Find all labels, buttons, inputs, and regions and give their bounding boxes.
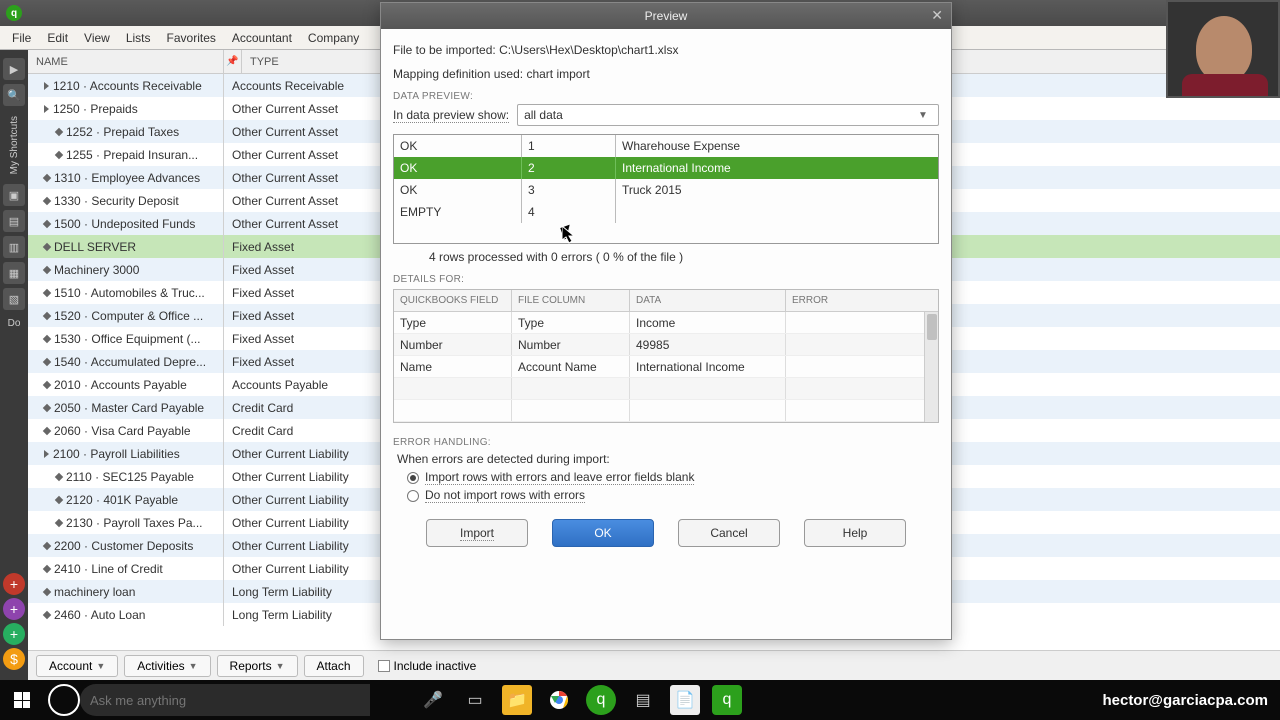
explorer-icon[interactable]: 📁 — [502, 685, 532, 715]
windows-logo-icon — [14, 692, 30, 708]
error-handling-label: ERROR HANDLING: — [393, 437, 939, 448]
preview-desc: International Income — [616, 157, 938, 179]
details-data: International Income — [630, 356, 786, 377]
details-data: Income — [630, 312, 786, 333]
cortana-icon[interactable] — [48, 684, 80, 716]
help-button[interactable]: Help — [804, 519, 906, 547]
mic-icon[interactable]: 🎤 — [418, 685, 448, 715]
preview-dialog: Preview ✕ File to be imported: C:\Users\… — [380, 2, 952, 640]
chrome-icon[interactable] — [544, 685, 574, 715]
details-error — [786, 378, 938, 399]
file-path: C:\Users\Hex\Desktop\chart1.xlsx — [499, 43, 678, 57]
details-error — [786, 312, 938, 333]
start-button[interactable] — [0, 680, 44, 720]
preview-desc: Wharehouse Expense — [616, 135, 938, 157]
chevron-down-icon: ▼ — [914, 110, 932, 121]
summary-row: 4 rows processed with 0 errors ( 0 % of … — [429, 250, 939, 264]
error-prompt: When errors are detected during import: — [397, 452, 939, 466]
dropdown-value: all data — [524, 108, 563, 122]
mapping-row: Mapping definition used: chart import — [393, 67, 939, 81]
details-data — [630, 378, 786, 399]
taskview-icon[interactable]: ▭ — [460, 685, 490, 715]
dialog-titlebar: Preview ✕ — [381, 3, 951, 29]
file-to-import-row: File to be imported: C:\Users\Hex\Deskto… — [393, 43, 939, 57]
details-data: 49985 — [630, 334, 786, 355]
details-row[interactable]: NumberNumber49985 — [394, 334, 938, 356]
details-scrollbar[interactable] — [924, 312, 938, 422]
preview-status: OK — [394, 157, 522, 179]
preview-table: OK1Wharehouse ExpenseOK2International In… — [393, 134, 939, 244]
details-qbfield — [394, 378, 512, 399]
preview-rownum: 2 — [522, 157, 616, 179]
tray-text: hector@garciacpa.com — [1102, 692, 1280, 709]
preview-row[interactable]: EMPTY4 — [394, 201, 938, 223]
webcam-overlay — [1166, 0, 1280, 98]
preview-desc: Truck 2015 — [616, 179, 938, 201]
close-icon[interactable]: ✕ — [931, 7, 943, 24]
details-col-error: ERROR — [786, 290, 938, 311]
details-row[interactable] — [394, 400, 938, 422]
preview-row[interactable]: OK1Wharehouse Expense — [394, 135, 938, 157]
details-row[interactable]: NameAccount NameInternational Income — [394, 356, 938, 378]
details-row[interactable]: TypeTypeIncome — [394, 312, 938, 334]
preview-rownum: 1 — [522, 135, 616, 157]
preview-desc — [616, 201, 938, 223]
details-table: QUICKBOOKS FIELD FILE COLUMN DATA ERROR … — [393, 289, 939, 423]
data-preview-dropdown[interactable]: all data ▼ — [517, 104, 939, 126]
cancel-button[interactable]: Cancel — [678, 519, 780, 547]
notepad-icon[interactable]: 📄 — [670, 685, 700, 715]
preview-row[interactable]: OK2International Income — [394, 157, 938, 179]
details-qbfield: Number — [394, 334, 512, 355]
details-error — [786, 334, 938, 355]
ok-button[interactable]: OK — [552, 519, 654, 547]
data-preview-label: DATA PREVIEW: — [393, 91, 939, 102]
preview-rownum: 4 — [522, 201, 616, 223]
details-qbfield — [394, 400, 512, 421]
details-filecol: Type — [512, 312, 630, 333]
radio-icon — [407, 490, 419, 502]
details-col-data: DATA — [630, 290, 786, 311]
quickbooks-icon[interactable]: q — [586, 685, 616, 715]
details-filecol: Number — [512, 334, 630, 355]
preview-rownum: 3 — [522, 179, 616, 201]
preview-status: OK — [394, 135, 522, 157]
details-filecol — [512, 400, 630, 421]
radio-icon — [407, 472, 419, 484]
details-qbfield: Type — [394, 312, 512, 333]
radio-import-with-errors[interactable]: Import rows with errors and leave error … — [407, 470, 939, 485]
taskbar-search-input[interactable] — [80, 684, 370, 716]
details-for-label: DETAILS FOR: — [393, 274, 939, 285]
app-icon-1[interactable]: ▤ — [628, 685, 658, 715]
details-row[interactable] — [394, 378, 938, 400]
windows-taskbar: 🎤 ▭ 📁 q ▤ 📄 q hector@garciacpa.com — [0, 680, 1280, 720]
details-col-qbfield: QUICKBOOKS FIELD — [394, 290, 512, 311]
dialog-title: Preview — [645, 9, 688, 23]
preview-row[interactable]: OK3Truck 2015 — [394, 179, 938, 201]
modal-overlay: Preview ✕ File to be imported: C:\Users\… — [0, 0, 1280, 720]
details-data — [630, 400, 786, 421]
details-error — [786, 356, 938, 377]
quickbooks-active-icon[interactable]: q — [712, 685, 742, 715]
details-error — [786, 400, 938, 421]
radio-skip-errors[interactable]: Do not import rows with errors — [407, 488, 939, 503]
details-col-filecol: FILE COLUMN — [512, 290, 630, 311]
show-label: In data preview show: — [393, 108, 509, 123]
details-filecol — [512, 378, 630, 399]
details-qbfield: Name — [394, 356, 512, 377]
details-filecol: Account Name — [512, 356, 630, 377]
preview-status: EMPTY — [394, 201, 522, 223]
preview-status: OK — [394, 179, 522, 201]
import-button[interactable]: Import — [426, 519, 528, 547]
mapping-value: chart import — [526, 67, 589, 81]
